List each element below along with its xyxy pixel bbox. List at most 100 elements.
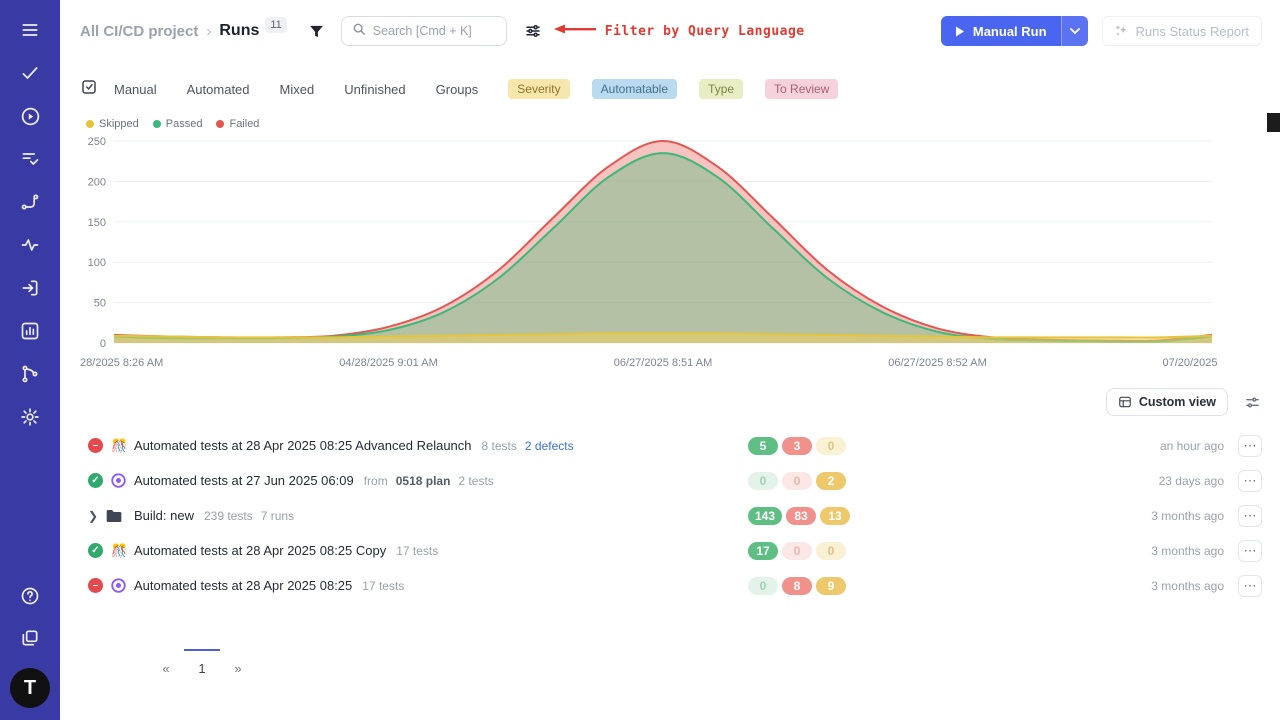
more-options-button[interactable]: ⋯ [1238, 435, 1262, 457]
run-title[interactable]: Automated tests at 27 Jun 2025 06:09 [134, 473, 354, 488]
skipped-badge: 0 [816, 542, 846, 560]
tab-mixed[interactable]: Mixed [280, 82, 315, 97]
annotation-arrow-icon [551, 22, 597, 41]
chip-automatable[interactable]: Automatable [592, 79, 677, 99]
checklist-icon[interactable] [18, 147, 42, 171]
help-icon[interactable] [18, 584, 42, 608]
run-tests-count: 17 tests [396, 544, 438, 558]
app-logo[interactable]: T [10, 668, 50, 708]
status-failed-icon: – [88, 438, 103, 453]
view-settings-tune-icon[interactable] [1238, 388, 1266, 416]
svg-text:04/28/2025 9:01 AM: 04/28/2025 9:01 AM [339, 357, 437, 369]
run-defects-link[interactable]: 2 defects [525, 439, 574, 453]
runs-area-chart[interactable]: 05010015020025004/28/2025 8:26 AM04/28/2… [80, 136, 1220, 374]
svg-text:200: 200 [88, 176, 106, 188]
chip-type[interactable]: Type [699, 79, 743, 99]
more-options-button[interactable]: ⋯ [1238, 540, 1262, 562]
run-title[interactable]: Automated tests at 28 Apr 2025 08:25 Adv… [134, 438, 472, 453]
custom-view-button[interactable]: Custom view [1106, 388, 1228, 416]
tab-groups[interactable]: Groups [436, 82, 479, 97]
failed-badge: 0 [782, 542, 812, 560]
run-time: 3 months ago [860, 544, 1224, 558]
svg-text:06/27/2025 8:51 AM: 06/27/2025 8:51 AM [614, 357, 712, 369]
tab-automated[interactable]: Automated [187, 82, 250, 97]
more-options-button[interactable]: ⋯ [1238, 505, 1262, 527]
bulk-select-icon[interactable] [80, 78, 98, 101]
group-tests-count: 239 tests [204, 509, 253, 523]
manual-run-button[interactable]: Manual Run [941, 16, 1061, 46]
app-purple-icon [111, 473, 126, 488]
passed-badge: 5 [748, 437, 778, 455]
folder-icon [106, 509, 122, 523]
view-toolbar: Custom view [60, 388, 1280, 416]
runs-status-report-label: Runs Status Report [1136, 24, 1249, 39]
menu-icon[interactable] [18, 18, 42, 42]
manual-run-label: Manual Run [973, 24, 1047, 39]
passed-dot-icon [153, 120, 161, 128]
run-tests-count: 8 tests [482, 439, 517, 453]
scrollbar-thumb[interactable] [1267, 113, 1280, 132]
more-options-button[interactable]: ⋯ [1238, 575, 1262, 597]
annotation-label: Filter by Query Language [605, 24, 805, 39]
breadcrumb-project[interactable]: All CI/CD project [80, 23, 198, 40]
activity-pulse-icon[interactable] [18, 233, 42, 257]
passed-badge: 0 [748, 472, 778, 490]
projects-folders-icon[interactable] [18, 626, 42, 650]
integration-confetti-icon: 🎊 [111, 544, 127, 557]
result-badges: 0 0 2 [748, 472, 860, 490]
import-inbox-icon[interactable] [18, 276, 42, 300]
filter-funnel-button[interactable] [303, 17, 331, 45]
pagination-next-button[interactable]: » [220, 649, 256, 676]
search-box[interactable] [341, 16, 507, 46]
chevron-right-icon[interactable]: ❯ [88, 509, 98, 523]
legend-failed[interactable]: Failed [216, 118, 259, 130]
legend-passed[interactable]: Passed [153, 118, 203, 130]
query-filter-tune-icon[interactable] [519, 17, 547, 45]
header: All CI/CD project › Runs 11 Filter by Qu… [60, 0, 1280, 62]
tests-check-icon[interactable] [18, 61, 42, 85]
pagination-prev-button[interactable]: « [148, 649, 184, 676]
search-input[interactable] [373, 24, 493, 38]
pagination: « 1 » [148, 649, 1280, 676]
table-row[interactable]: – 🎊 Automated tests at 28 Apr 2025 08:25… [60, 428, 1280, 463]
svg-text:150: 150 [88, 217, 106, 229]
run-title[interactable]: Automated tests at 28 Apr 2025 08:25 Cop… [134, 543, 386, 558]
table-row-group[interactable]: ❯ Build: new 239 tests 7 runs 143 83 13 … [60, 498, 1280, 533]
group-title[interactable]: Build: new [134, 508, 194, 523]
analytics-chart-icon[interactable] [18, 319, 42, 343]
tab-manual[interactable]: Manual [114, 82, 157, 97]
status-passed-icon: ✓ [88, 543, 103, 558]
passed-badge: 143 [748, 507, 782, 525]
failed-badge: 83 [786, 507, 816, 525]
status-failed-icon: – [88, 578, 103, 593]
runs-play-icon[interactable] [18, 104, 42, 128]
chip-severity[interactable]: Severity [508, 79, 569, 99]
svg-text:06/27/2025 8:52 AM: 06/27/2025 8:52 AM [888, 357, 986, 369]
pagination-page-1[interactable]: 1 [184, 649, 220, 676]
run-tests-count: 2 tests [458, 474, 493, 488]
table-row[interactable]: ✓ Automated tests at 27 Jun 2025 06:09 f… [60, 463, 1280, 498]
shared-steps-icon[interactable] [18, 190, 42, 214]
main-content: All CI/CD project › Runs 11 Filter by Qu… [60, 0, 1280, 720]
chip-to-review[interactable]: To Review [765, 79, 838, 99]
table-row[interactable]: – Automated tests at 28 Apr 2025 08:25 1… [60, 568, 1280, 603]
tab-unfinished[interactable]: Unfinished [344, 82, 405, 97]
table-row[interactable]: ✓ 🎊 Automated tests at 28 Apr 2025 08:25… [60, 533, 1280, 568]
chart-legend: Skipped Passed Failed [60, 118, 1280, 130]
legend-skipped[interactable]: Skipped [86, 118, 139, 130]
run-title[interactable]: Automated tests at 28 Apr 2025 08:25 [134, 578, 352, 593]
play-icon [955, 26, 965, 37]
failed-badge: 8 [782, 577, 812, 595]
runs-status-report-button[interactable]: Runs Status Report [1102, 16, 1262, 46]
branch-merge-icon[interactable] [18, 362, 42, 386]
svg-text:100: 100 [88, 257, 106, 269]
skipped-badge: 13 [820, 507, 850, 525]
filter-row: Manual Automated Mixed Unfinished Groups… [60, 70, 1280, 108]
more-options-button[interactable]: ⋯ [1238, 470, 1262, 492]
run-plan-link[interactable]: 0518 plan [396, 474, 451, 488]
settings-gear-icon[interactable] [18, 405, 42, 429]
passed-badge: 0 [748, 577, 778, 595]
svg-text:04/28/2025 8:26 AM: 04/28/2025 8:26 AM [80, 357, 163, 369]
manual-run-caret-button[interactable] [1061, 16, 1088, 46]
skipped-badge: 0 [816, 437, 846, 455]
